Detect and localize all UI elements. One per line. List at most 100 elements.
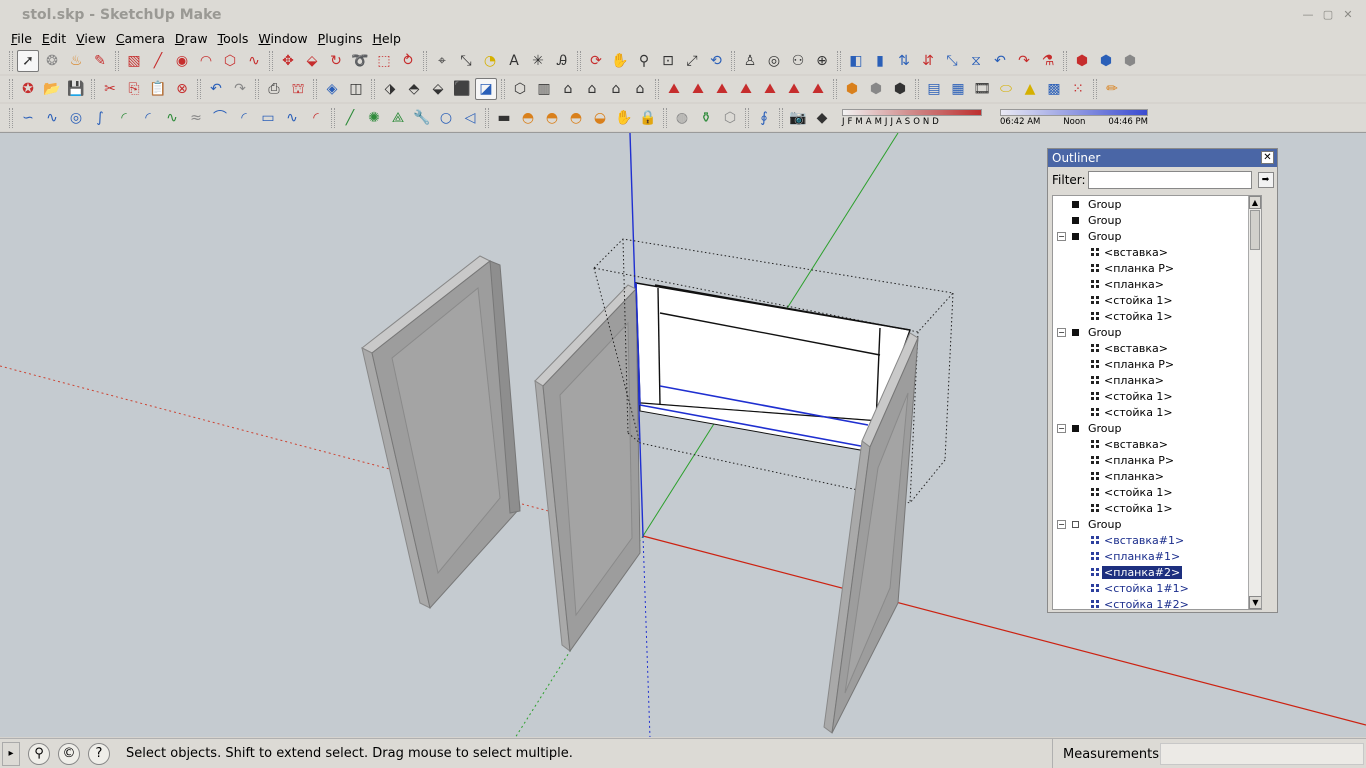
print-icon[interactable]: ⎙	[263, 78, 285, 100]
outliner-component-row[interactable]: <планка P>	[1053, 356, 1261, 372]
shadow-tool-icon[interactable]: ◒	[589, 107, 611, 129]
sandbox-tool-icon[interactable]: ⛰	[735, 78, 757, 100]
zoom-extents-icon[interactable]: ⤢	[681, 50, 703, 72]
look-around-icon[interactable]: ◎	[763, 50, 785, 72]
dimension-icon[interactable]: ⤡	[455, 50, 477, 72]
curve-tool-icon[interactable]: ∿	[161, 107, 183, 129]
outliner-component-row[interactable]: <стойка 1>	[1053, 500, 1261, 516]
month-slider-bar[interactable]	[842, 108, 982, 116]
sandbox-tool-icon[interactable]: ⛰	[807, 78, 829, 100]
curve-tool-icon[interactable]: ✺	[363, 107, 385, 129]
outliner-component-row[interactable]: <планка#2>	[1053, 564, 1261, 580]
sandbox-tool-icon[interactable]: ⛰	[663, 78, 685, 100]
curve-tool-icon[interactable]: ∽	[17, 107, 39, 129]
toolbar-grip[interactable]	[423, 51, 427, 71]
outliner-component-row[interactable]: <вставка>	[1053, 436, 1261, 452]
google-tool-icon[interactable]: ▦	[947, 78, 969, 100]
top-view-icon[interactable]: ▥	[533, 78, 555, 100]
section-plane-icon[interactable]: ⊕	[811, 50, 833, 72]
outliner-group-row[interactable]: Group	[1053, 212, 1261, 228]
paint-bucket-icon[interactable]: ♨	[65, 50, 87, 72]
toolbar-grip[interactable]	[269, 51, 273, 71]
outliner-scrollbar[interactable]: ▲ ▼	[1248, 196, 1261, 609]
collapse-toggle-icon[interactable]: −	[1057, 231, 1066, 241]
toolbar-grip[interactable]	[655, 79, 659, 99]
3d-warehouse-icon[interactable]: ⬢	[865, 78, 887, 100]
outliner-component-row[interactable]: <вставка>	[1053, 244, 1261, 260]
toolbar-grip[interactable]	[577, 51, 581, 71]
scale-icon[interactable]: ⬚	[373, 50, 395, 72]
curve-tool-icon[interactable]: ○	[435, 107, 457, 129]
open-file-icon[interactable]: 📂	[41, 78, 63, 100]
outliner-group-row[interactable]: Group	[1053, 196, 1261, 212]
plugin-tool-icon[interactable]: ⇵	[917, 50, 939, 72]
shadow-settings-icon[interactable]: ▬	[493, 107, 515, 129]
zoom-window-icon[interactable]: ⊡	[657, 50, 679, 72]
copy-icon[interactable]: ⎘	[123, 78, 145, 100]
close-icon[interactable]: ✕	[1340, 7, 1356, 21]
maximize-icon[interactable]: ▢	[1320, 7, 1336, 21]
menu-file[interactable]: File	[6, 31, 37, 46]
geo-location-icon[interactable]: ⚲	[28, 742, 50, 765]
select-tool-icon[interactable]: ➚	[17, 50, 39, 72]
plugin-tool-icon[interactable]: ◧	[845, 50, 867, 72]
toolbar-grip[interactable]	[745, 107, 749, 128]
plugin-tool-icon[interactable]: ⤡	[941, 50, 963, 72]
polygon-icon[interactable]: ⬡	[219, 50, 241, 72]
make-component-icon[interactable]: ❂	[41, 50, 63, 72]
menu-view[interactable]: View	[71, 31, 111, 46]
zoom-icon[interactable]: ⚲	[633, 50, 655, 72]
toolbar-grip[interactable]	[833, 79, 837, 99]
plugin-tool-icon[interactable]: ⚗	[1037, 50, 1059, 72]
shadow-tool-icon[interactable]: ◓	[565, 107, 587, 129]
color-dots-icon[interactable]: ⁙	[1067, 78, 1089, 100]
outliner-component-row[interactable]: <стойка 1>	[1053, 404, 1261, 420]
gem-icon[interactable]: ⬭	[995, 78, 1017, 100]
toolbar-grip[interactable]	[731, 51, 735, 71]
outliner-component-row[interactable]: <планка>	[1053, 468, 1261, 484]
triangle-icon[interactable]: ▲	[1019, 78, 1041, 100]
plugin-tool-icon[interactable]: ⧖	[965, 50, 987, 72]
google-tool-icon[interactable]: ▤	[923, 78, 945, 100]
camera-tool-icon[interactable]: 📷	[787, 107, 809, 129]
toolbar-grip[interactable]	[371, 79, 375, 99]
left-view-icon[interactable]: ⌂	[629, 78, 651, 100]
outliner-component-row[interactable]: <стойка 1>	[1053, 388, 1261, 404]
menu-draw[interactable]: Draw	[170, 31, 213, 46]
right-view-icon[interactable]: ⌂	[581, 78, 603, 100]
redo-icon[interactable]: ↷	[229, 78, 251, 100]
toolbar-grip[interactable]	[9, 51, 13, 71]
solid-tool-icon[interactable]: ⚱	[695, 107, 717, 129]
measurements-input[interactable]	[1160, 743, 1364, 765]
toolbar-grip[interactable]	[915, 79, 919, 99]
delete-icon[interactable]: ⊗	[171, 78, 193, 100]
undo-icon[interactable]: ↶	[205, 78, 227, 100]
shadow-tool-icon[interactable]: ◓	[541, 107, 563, 129]
shadow-tool-icon[interactable]: ◓	[517, 107, 539, 129]
film-strip-icon[interactable]: 🎞	[971, 78, 993, 100]
curve-tool-icon[interactable]: ⌒	[209, 107, 231, 129]
outliner-header[interactable]: Outliner ✕	[1048, 149, 1277, 167]
outliner-group-row[interactable]: − Group	[1053, 516, 1261, 532]
minimize-icon[interactable]: —	[1300, 7, 1316, 21]
toolbar-grip[interactable]	[1063, 51, 1067, 71]
curve-tool-icon[interactable]: ◁	[459, 107, 481, 129]
new-file-icon[interactable]: ✪	[17, 78, 39, 100]
toolbar-grip[interactable]	[663, 107, 667, 128]
menu-window[interactable]: Window	[253, 31, 312, 46]
outliner-component-row[interactable]: <вставка#1>	[1053, 532, 1261, 548]
toolbar-grip[interactable]	[9, 107, 13, 128]
text-icon[interactable]: A	[503, 50, 525, 72]
menu-camera[interactable]: Camera	[111, 31, 170, 46]
toolbar-grip[interactable]	[91, 79, 95, 99]
rectangle-icon[interactable]: ▧	[123, 50, 145, 72]
redo-plugin-icon[interactable]: ↷	[1013, 50, 1035, 72]
paste-icon[interactable]: 📋	[147, 78, 169, 100]
curve-tool-icon[interactable]: ◎	[65, 107, 87, 129]
menu-tools[interactable]: Tools	[213, 31, 254, 46]
arc-icon[interactable]: ◠	[195, 50, 217, 72]
hand-tool-icon[interactable]: ✋	[613, 107, 635, 129]
solid-tool-icon[interactable]: ◍	[671, 107, 693, 129]
follow-me-icon[interactable]: ➰	[349, 50, 371, 72]
scroll-thumb[interactable]	[1250, 210, 1260, 250]
